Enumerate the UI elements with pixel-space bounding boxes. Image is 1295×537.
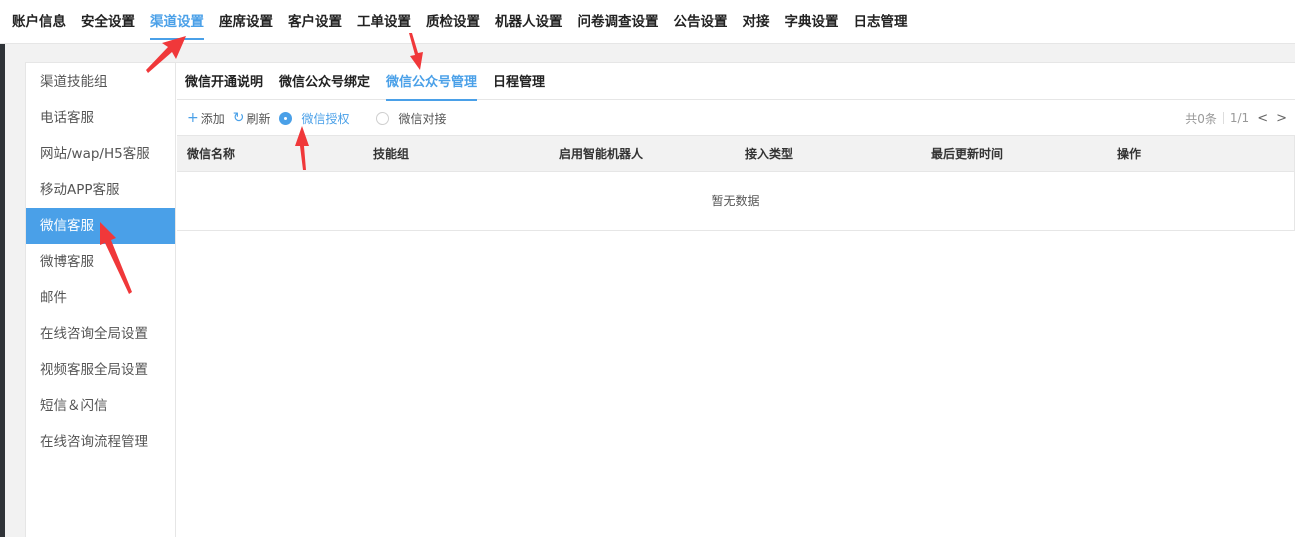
sidebar-item-skill-group[interactable]: 渠道技能组 [26,64,175,100]
top-nav: 账户信息 安全设置 渠道设置 座席设置 客户设置 工单设置 质检设置 机器人设置… [0,0,1295,44]
next-page-icon[interactable]: > [1276,111,1287,126]
subtab-wechat-guide[interactable]: 微信开通说明 [185,63,263,100]
left-edge-strip [0,44,5,537]
sidebar-item-weibo[interactable]: 微博客服 [26,244,175,280]
sidebar-item-web[interactable]: 网站/wap/H5客服 [26,136,175,172]
column-header-access-type: 接入类型 [745,147,794,161]
sidebar-item-online-flow[interactable]: 在线咨询流程管理 [26,424,175,460]
column-header-last-updated: 最后更新时间 [931,147,1004,161]
radio-wechat-auth-label: 微信授权 [301,111,350,126]
wechat-table: 微信名称 技能组 启用智能机器人 接入类型 最后更新时间 操作 暂无数据 [177,135,1295,231]
sidebar-item-online-global[interactable]: 在线咨询全局设置 [26,316,175,352]
content-area: 微信开通说明 微信公众号绑定 微信公众号管理 日程管理 + 添加 ↻ 刷新 微信… [177,63,1295,537]
sidebar-item-app[interactable]: 移动APP客服 [26,172,175,208]
column-header-smart-robot: 启用智能机器人 [559,147,644,161]
nav-tab-ticket-settings[interactable]: 工单设置 [357,0,411,44]
table-header: 微信名称 技能组 启用智能机器人 接入类型 最后更新时间 操作 [177,136,1294,172]
radio-wechat-integration[interactable]: 微信对接 [375,110,447,127]
sidebar-item-video-global[interactable]: 视频客服全局设置 [26,352,175,388]
pagination: 共0条 1/1 < > [1185,101,1287,135]
empty-state-text: 暂无数据 [711,194,760,208]
pagination-page: 1/1 [1229,111,1250,125]
add-button-label: 添加 [200,111,225,126]
refresh-button-label: 刷新 [246,111,271,126]
nav-tab-integration[interactable]: 对接 [743,0,770,44]
prev-page-icon[interactable]: < [1257,111,1268,126]
pagination-total: 共0条 [1185,111,1217,126]
subtab-schedule[interactable]: 日程管理 [493,63,545,100]
radio-wechat-auth[interactable]: 微信授权 [278,110,350,127]
toolbar: + 添加 ↻ 刷新 微信授权 微信对接 共0条 1/1 < > [177,101,1295,135]
nav-tab-dictionary-settings[interactable]: 字典设置 [785,0,839,44]
radio-wechat-integration-label: 微信对接 [398,111,447,126]
sidebar-item-email[interactable]: 邮件 [26,280,175,316]
nav-tab-log-management[interactable]: 日志管理 [854,0,908,44]
plus-icon: + [187,110,199,126]
nav-tab-qc-settings[interactable]: 质检设置 [426,0,480,44]
radio-unchecked-icon [375,111,389,125]
subtab-wechat-binding[interactable]: 微信公众号绑定 [279,63,370,100]
column-header-actions: 操作 [1117,147,1142,161]
add-button[interactable]: + 添加 [187,110,225,127]
nav-tab-channel-settings[interactable]: 渠道设置 [150,0,204,44]
sidebar: 渠道技能组 电话客服 网站/wap/H5客服 移动APP客服 微信客服 微博客服… [26,63,176,537]
nav-tab-seat-settings[interactable]: 座席设置 [219,0,273,44]
nav-tab-notice-settings[interactable]: 公告设置 [674,0,728,44]
column-header-skill-group: 技能组 [373,147,410,161]
refresh-icon: ↻ [232,110,245,126]
column-header-wechat-name: 微信名称 [187,147,236,161]
refresh-button[interactable]: ↻ 刷新 [233,110,271,127]
main-panel: 渠道技能组 电话客服 网站/wap/H5客服 移动APP客服 微信客服 微博客服… [25,62,1295,537]
subtab-wechat-management[interactable]: 微信公众号管理 [386,63,478,101]
radio-checked-icon [278,111,292,125]
nav-tab-security[interactable]: 安全设置 [81,0,135,44]
sidebar-item-sms[interactable]: 短信＆闪信 [26,388,175,424]
sidebar-item-phone[interactable]: 电话客服 [26,100,175,136]
nav-tab-customer-settings[interactable]: 客户设置 [288,0,342,44]
nav-tab-account-info[interactable]: 账户信息 [12,0,66,44]
sidebar-item-wechat[interactable]: 微信客服 [26,208,175,244]
pagination-divider [1222,112,1224,124]
nav-tab-robot-settings[interactable]: 机器人设置 [495,0,563,44]
nav-tab-survey-settings[interactable]: 问卷调查设置 [578,0,659,44]
sub-tabs: 微信开通说明 微信公众号绑定 微信公众号管理 日程管理 [177,63,1295,101]
